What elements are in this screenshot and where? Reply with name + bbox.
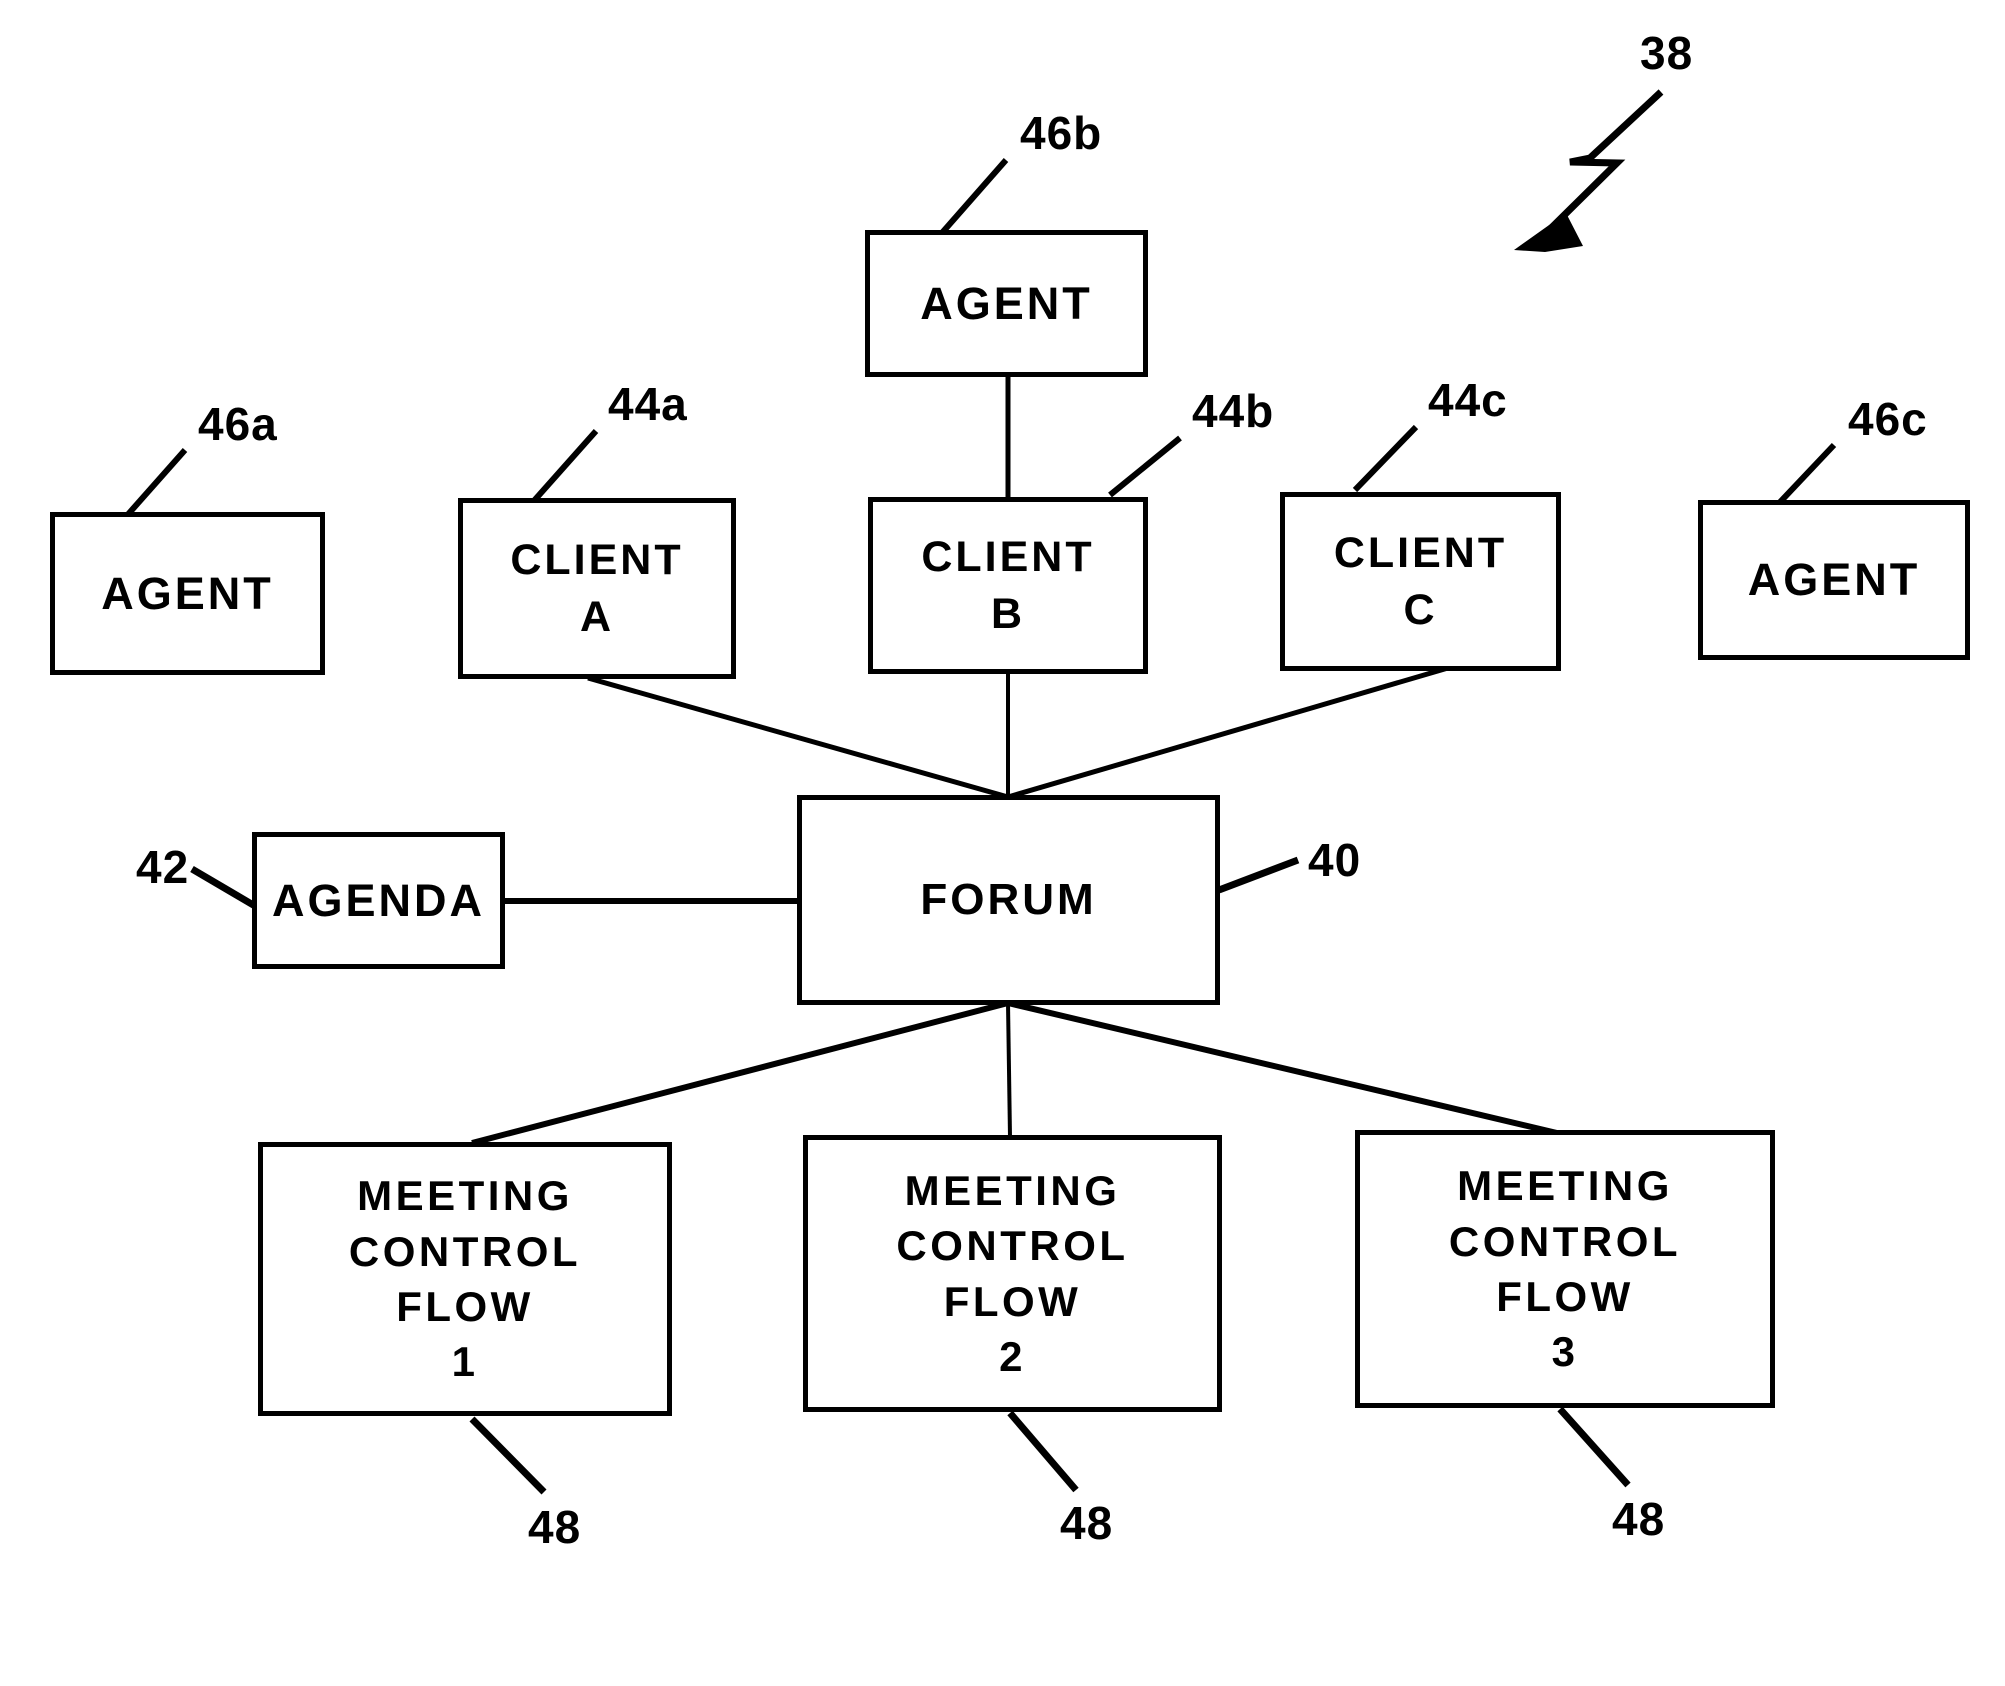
node-agent-right[interactable]: AGENT (1698, 500, 1970, 660)
node-client-b[interactable]: CLIENT B (868, 497, 1148, 674)
leader-line-46b (938, 158, 1009, 236)
connector-client-a-to-forum (587, 675, 1009, 800)
connector-forum-to-mcf2 (1006, 1002, 1012, 1138)
leader-line-44c (1352, 424, 1419, 493)
node-forum-label: FORUM (920, 874, 1097, 924)
node-mcf2-label-line4: 2 (999, 1332, 1026, 1380)
leader-line-44a (529, 429, 599, 505)
reference-numeral-46b: 46b (1020, 107, 1103, 159)
node-mcf1-label-line1: MEETING (357, 1172, 573, 1220)
patent-figure-38: AGENT AGENT CLIENT A CLIENT B CLIENT C A… (0, 0, 2005, 1686)
node-mcf2-label-line1: MEETING (904, 1166, 1121, 1214)
node-meeting-control-flow-1[interactable]: MEETING CONTROL FLOW 1 (258, 1142, 672, 1416)
connector-client-c-to-forum (1007, 665, 1449, 800)
reference-numeral-48-mcf1: 48 (528, 1501, 582, 1553)
node-client-c-label-line1: CLIENT (1333, 528, 1508, 577)
node-agenda[interactable]: AGENDA (252, 832, 505, 969)
reference-numeral-44a: 44a (608, 378, 688, 430)
node-agent-top-label: AGENT (920, 277, 1093, 329)
node-client-a-label-line1: CLIENT (510, 535, 684, 584)
node-mcf3-label-line1: MEETING (1457, 1162, 1673, 1210)
leader-line-48-mcf1 (469, 1416, 547, 1495)
reference-numeral-42: 42 (136, 841, 190, 893)
node-client-b-label-line1: CLIENT (921, 532, 1095, 581)
node-mcf3-label-line2: CONTROL (1448, 1217, 1682, 1265)
node-mcf2-label-line3: FLOW (943, 1277, 1082, 1325)
leader-line-44b (1108, 435, 1182, 498)
figure-lead-arrow-38 (1535, 89, 1664, 244)
leader-line-48-mcf2 (1007, 1410, 1079, 1493)
leader-line-42 (190, 865, 257, 910)
node-meeting-control-flow-3[interactable]: MEETING CONTROL FLOW 3 (1355, 1130, 1775, 1408)
node-agent-top[interactable]: AGENT (865, 230, 1148, 377)
node-client-a-label-line2: A (579, 592, 615, 641)
node-mcf1-label-line4: 1 (451, 1338, 479, 1386)
node-client-a[interactable]: CLIENT A (458, 498, 736, 679)
leader-line-48-mcf3 (1557, 1406, 1631, 1488)
node-mcf1-label-line2: CONTROL (348, 1227, 582, 1275)
node-mcf3-label-line4: 3 (1551, 1328, 1579, 1376)
node-mcf1-label-line3: FLOW (396, 1283, 534, 1330)
reference-numeral-44c: 44c (1428, 374, 1508, 426)
reference-numeral-48-mcf2: 48 (1060, 1497, 1114, 1549)
node-mcf3-label-line3: FLOW (1496, 1273, 1634, 1320)
node-client-b-label-line2: B (990, 589, 1026, 638)
leader-line-46a (120, 448, 188, 522)
node-agenda-label: AGENDA (271, 874, 485, 926)
reference-numeral-40: 40 (1308, 834, 1362, 886)
connector-forum-to-mcf3 (1007, 1000, 1558, 1136)
node-client-c[interactable]: CLIENT C (1280, 492, 1561, 671)
node-forum[interactable]: FORUM (797, 795, 1220, 1005)
reference-numeral-46c: 46c (1848, 393, 1928, 445)
reference-numeral-44b: 44b (1192, 385, 1275, 437)
reference-numeral-38: 38 (1640, 27, 1694, 79)
node-agent-left[interactable]: AGENT (50, 512, 325, 675)
figure-lead-arrowhead-38 (1514, 213, 1583, 252)
node-agent-left-label: AGENT (101, 567, 274, 619)
node-meeting-control-flow-2[interactable]: MEETING CONTROL FLOW 2 (803, 1135, 1222, 1412)
connector-forum-to-mcf1 (471, 1000, 1009, 1146)
node-mcf2-label-line2: CONTROL (896, 1222, 1129, 1270)
node-client-c-label-line2: C (1403, 585, 1438, 634)
leader-line-40 (1217, 856, 1300, 894)
reference-numeral-48-mcf3: 48 (1612, 1493, 1666, 1545)
reference-numeral-46a: 46a (198, 398, 278, 450)
node-agent-right-label: AGENT (1747, 554, 1921, 606)
